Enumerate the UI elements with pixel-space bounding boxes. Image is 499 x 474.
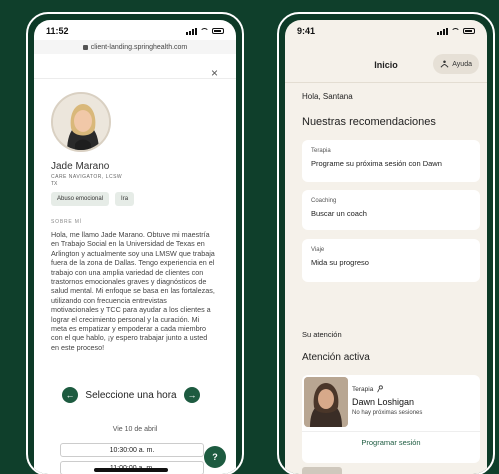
battery-icon (463, 28, 475, 34)
left-phone-screen: 11:52 client-landing.springhealth.com × … (34, 20, 236, 474)
therapist-category: Terapia (352, 385, 384, 393)
divider (285, 82, 487, 83)
card-title: Buscar un coach (311, 209, 367, 218)
status-bar: 9:41 (285, 20, 487, 42)
date-label: Vie 10 de abril (112, 426, 158, 433)
wifi-icon (451, 28, 460, 34)
recommendation-card[interactable]: Terapia Programe su próxima sesión con D… (302, 140, 480, 182)
provider-state: TX (51, 181, 58, 187)
help-label: Ayuda (452, 60, 472, 68)
status-bar: 11:52 (34, 20, 236, 42)
recommendation-card[interactable]: Viaje Mida su progreso (302, 239, 480, 282)
active-attention-heading: Atención activa (302, 352, 370, 363)
therapist-photo (304, 377, 348, 427)
time-slot-button[interactable]: 10:30:00 a. m. (60, 443, 204, 457)
therapist-card: Terapia Dawn Loshigan No hay próximas se… (302, 375, 480, 463)
therapist-name: Dawn Loshigan (352, 397, 415, 407)
home-indicator (94, 468, 168, 472)
card-category: Terapia (311, 148, 331, 154)
signal-icon (437, 27, 448, 35)
card-category: Coaching (311, 198, 337, 204)
previous-arrow-icon[interactable]: ← (62, 387, 78, 403)
recommendations-heading: Nuestras recomendaciones (302, 116, 436, 128)
greeting: Hola, Santana (302, 92, 353, 101)
attention-label: Su atención (302, 330, 342, 339)
provider-role: CARE NAVIGATOR, LCSW (51, 174, 123, 180)
status-icons (186, 27, 224, 35)
battery-icon (212, 28, 224, 34)
wifi-icon (200, 28, 209, 34)
therapy-icon (377, 385, 384, 393)
help-fab-button[interactable]: ? (204, 446, 226, 468)
next-card-peek (302, 467, 342, 474)
therapist-status: No hay próximas sesiones (352, 410, 423, 416)
url-bar[interactable]: client-landing.springhealth.com (34, 40, 236, 54)
provider-avatar (51, 92, 111, 152)
therapist-category-label: Terapia (352, 385, 374, 393)
provider-bio: Hola, me llamo Jade Marano. Obtuve mi ma… (51, 230, 215, 352)
divider (34, 78, 236, 79)
tag-chip: Ira (115, 192, 135, 206)
signal-icon (186, 27, 197, 35)
next-arrow-icon[interactable]: → (184, 387, 200, 403)
divider (302, 431, 480, 432)
url-text: client-landing.springhealth.com (90, 43, 188, 51)
card-title: Programe su próxima sesión con Dawn (311, 159, 442, 168)
help-button[interactable]: Ayuda (433, 54, 479, 74)
tag-chip: Abuso emocional (51, 192, 110, 206)
status-time: 11:52 (46, 26, 69, 36)
status-icons (437, 27, 475, 35)
meditation-icon (440, 60, 449, 68)
select-hour-label: Seleccione una hora (85, 389, 177, 401)
provider-tags: Abuso emocional Ira (51, 192, 135, 206)
right-phone-frame: 9:41 Inicio Ayuda Hola, Santana Nuestras… (277, 12, 495, 474)
status-time: 9:41 (297, 26, 316, 36)
lock-icon (82, 44, 88, 50)
right-phone-screen: 9:41 Inicio Ayuda Hola, Santana Nuestras… (285, 20, 487, 474)
left-phone-frame: 11:52 client-landing.springhealth.com × … (26, 12, 244, 474)
card-title: Mida su progreso (311, 258, 369, 267)
about-label: SOBRE MÍ (51, 219, 82, 225)
schedule-session-button[interactable]: Programar sesión (302, 438, 480, 447)
select-hour-row: ← Seleccione una hora → (62, 387, 200, 403)
recommendation-card[interactable]: Coaching Buscar un coach (302, 190, 480, 230)
card-category: Viaje (311, 247, 325, 253)
provider-name: Jade Marano (51, 161, 110, 172)
